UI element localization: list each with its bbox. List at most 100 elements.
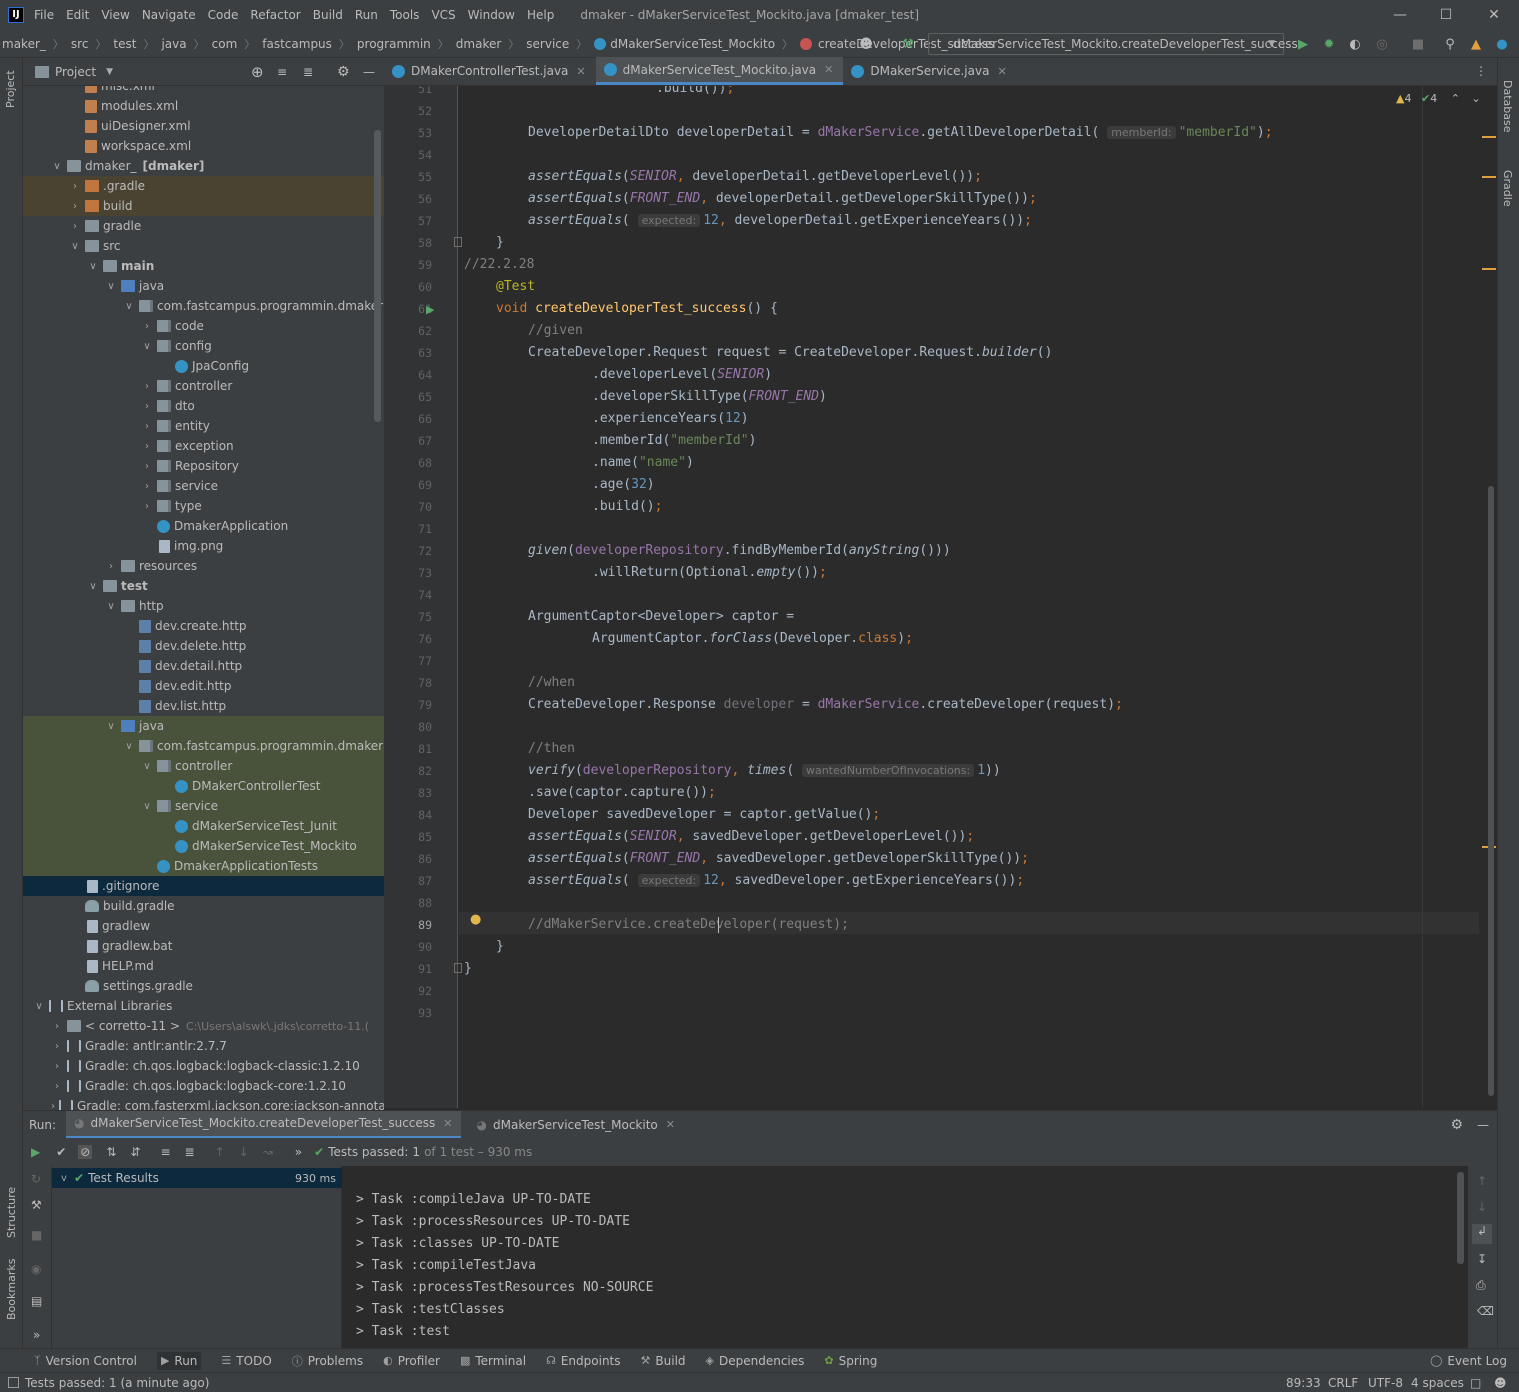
event-log-button[interactable]: ◯ Event Log (1430, 1354, 1507, 1368)
code-line[interactable]: assertEquals( expected: 12, developerDeta… (464, 210, 1032, 232)
locate-icon[interactable]: ⊕ (251, 63, 264, 81)
project-tree-item[interactable]: › service (23, 476, 384, 496)
menu-tools[interactable]: Tools (390, 8, 420, 22)
fold-marker-icon[interactable] (454, 237, 462, 247)
more-tabs-icon[interactable]: ⋮ (1475, 64, 1487, 78)
plugin-icon[interactable]: ● (1492, 34, 1512, 54)
project-tree-item[interactable]: ∨ controller (23, 756, 384, 776)
code-line[interactable]: assertEquals(SENIOR, developerDetail.get… (464, 166, 982, 188)
arrow-up-icon[interactable]: ↑ (1477, 1174, 1487, 1188)
breadcrumb-test[interactable]: test (113, 37, 136, 51)
project-tree-item[interactable]: ∨ dmaker_ [dmaker] (23, 156, 384, 176)
sort-alpha-icon[interactable]: ⇅ (106, 1145, 116, 1159)
project-tree-item[interactable]: modules.xml (23, 96, 384, 116)
menu-file[interactable]: File (34, 8, 54, 22)
rerun-icon[interactable]: ▶ (31, 1145, 40, 1159)
breadcrumb-project[interactable]: maker_ (2, 37, 46, 51)
eye-icon[interactable]: ◉ (31, 1262, 41, 1276)
wrench-icon[interactable]: ⚒ (31, 1198, 42, 1212)
chevron-right-icon[interactable]: › (141, 421, 153, 432)
project-tree-item[interactable]: › < corretto-11 > C:\Users\alswk\.jdks\cor… (23, 1016, 384, 1036)
project-tree-item[interactable]: › dto (23, 396, 384, 416)
chevron-down-icon[interactable]: ⌄ (1471, 92, 1480, 105)
code-line[interactable]: } (464, 936, 504, 958)
file-encoding[interactable]: UTF-8 (1368, 1376, 1403, 1390)
update-icon[interactable]: ▲ (1466, 34, 1486, 54)
code-line[interactable]: .age(32) (464, 474, 655, 496)
maximize-button[interactable]: ☐ (1423, 0, 1469, 30)
code-line[interactable]: //dMakerService.createDeveloper(request)… (464, 914, 849, 936)
gear-icon[interactable]: ⚙ (337, 64, 350, 80)
menu-edit[interactable]: Edit (66, 8, 89, 22)
breadcrumb-dmaker[interactable]: dmaker (456, 37, 502, 51)
project-tree-item[interactable]: DMakerControllerTest (23, 776, 384, 796)
tool-profiler[interactable]: ◐ Profiler (383, 1354, 440, 1368)
code-line[interactable]: .developerSkillType(FRONT_END) (464, 386, 827, 408)
expand-all-icon[interactable]: ≡ (160, 1145, 170, 1159)
chevron-right-icon[interactable]: › (141, 401, 153, 412)
chevron-down-icon[interactable]: ∨ (51, 161, 63, 172)
build-hammer-icon[interactable]: ⚒ (898, 34, 918, 54)
code-line[interactable]: given(developerRepository.findByMemberId… (464, 540, 951, 562)
code-line[interactable]: ArgumentCaptor.forClass(Developer.class)… (464, 628, 913, 650)
stop-icon[interactable]: ■ (31, 1228, 42, 1242)
project-tree-item[interactable]: DmakerApplication (23, 516, 384, 536)
project-tree-item[interactable]: ∨ java (23, 276, 384, 296)
menu-navigate[interactable]: Navigate (142, 8, 196, 22)
chevron-down-icon[interactable]: ∨ (87, 581, 99, 592)
project-tree-item[interactable]: dMakerServiceTest_Junit (23, 816, 384, 836)
chevron-right-icon[interactable]: › (51, 1041, 63, 1052)
show-passed-icon[interactable]: ✔ (56, 1145, 66, 1159)
tool-spring[interactable]: ✿ Spring (824, 1354, 877, 1368)
tool-windows-toggle-icon[interactable] (8, 1377, 19, 1388)
code-line[interactable]: ArgumentCaptor<Developer> captor = (464, 606, 794, 628)
chevron-down-icon[interactable]: ∨ (105, 721, 117, 732)
inspection-widget[interactable]: ▲4 ✔4 ⌃ ⌄ (1396, 92, 1481, 105)
chevron-right-icon[interactable]: › (51, 1061, 63, 1072)
gear-icon[interactable]: ⚙ (1450, 1117, 1463, 1133)
project-tree-item[interactable]: › entity (23, 416, 384, 436)
chevron-down-icon[interactable]: v (58, 1173, 70, 1184)
code-line[interactable]: //given (464, 320, 583, 342)
soft-wrap-icon[interactable]: ↲ (1472, 1224, 1492, 1244)
project-tree-item[interactable]: dev.detail.http (23, 656, 384, 676)
breadcrumb-com[interactable]: com (212, 37, 238, 51)
tool-version-control[interactable]: ᛉ Version Control (34, 1354, 137, 1368)
code-line[interactable]: //22.2.28 (464, 254, 534, 276)
code-line[interactable]: @Test (464, 276, 535, 298)
chevron-down-icon[interactable]: ∨ (87, 261, 99, 272)
project-tree-item[interactable]: DmakerApplicationTests (23, 856, 384, 876)
menu-build[interactable]: Build (313, 8, 343, 22)
project-tree-item[interactable]: img.png (23, 536, 384, 556)
lightbulb-icon[interactable]: ● (470, 912, 481, 927)
collapse-all-icon[interactable]: ≣ (185, 1145, 195, 1159)
hide-icon[interactable]: — (1477, 1118, 1489, 1132)
code-line[interactable]: //when (464, 672, 575, 694)
fold-marker-icon[interactable] (454, 963, 462, 973)
code-line[interactable]: assertEquals( expected: 12, savedDevelope… (464, 870, 1024, 892)
coverage-icon[interactable]: ◐ (1345, 34, 1365, 54)
import-tests-icon[interactable]: ↝ (263, 1145, 273, 1159)
code-line[interactable]: CreateDeveloper.Response developer = dMa… (464, 694, 1123, 716)
code-editor[interactable]: 51 52 53 54 55 56 57 58 59 60 61 62 63 64 65 66 67 68 69 70… (384, 86, 1497, 1108)
project-tree-item[interactable]: HELP.md (23, 956, 384, 976)
project-tree-item[interactable]: › type (23, 496, 384, 516)
database-tool-tab[interactable]: Database (1501, 80, 1514, 133)
console-scrollbar[interactable] (1457, 1172, 1464, 1264)
indent-setting[interactable]: 4 spaces (1411, 1376, 1464, 1390)
error-stripe-mark[interactable] (1482, 136, 1496, 138)
chevron-right-icon[interactable]: › (141, 461, 153, 472)
tool-endpoints[interactable]: ☊ Endpoints (546, 1354, 620, 1368)
chevron-right-icon[interactable]: › (141, 481, 153, 492)
code-line[interactable]: .save(captor.capture()); (464, 782, 716, 804)
rerun-failed-icon[interactable]: ↻ (31, 1172, 41, 1186)
line-separator[interactable]: CRLF (1328, 1376, 1358, 1390)
debug-icon[interactable]: ✹ (1319, 34, 1339, 54)
project-tree-item[interactable]: › Repository (23, 456, 384, 476)
hide-icon[interactable]: — (363, 65, 375, 79)
project-tree-item[interactable]: build.gradle (23, 896, 384, 916)
project-tree-item[interactable]: ∨ com.fastcampus.programmin.dmaker (23, 296, 384, 316)
project-tree-item[interactable]: › code (23, 316, 384, 336)
search-icon[interactable]: ⚲ (1440, 34, 1460, 54)
caret-position[interactable]: 89:33 (1286, 1376, 1321, 1390)
